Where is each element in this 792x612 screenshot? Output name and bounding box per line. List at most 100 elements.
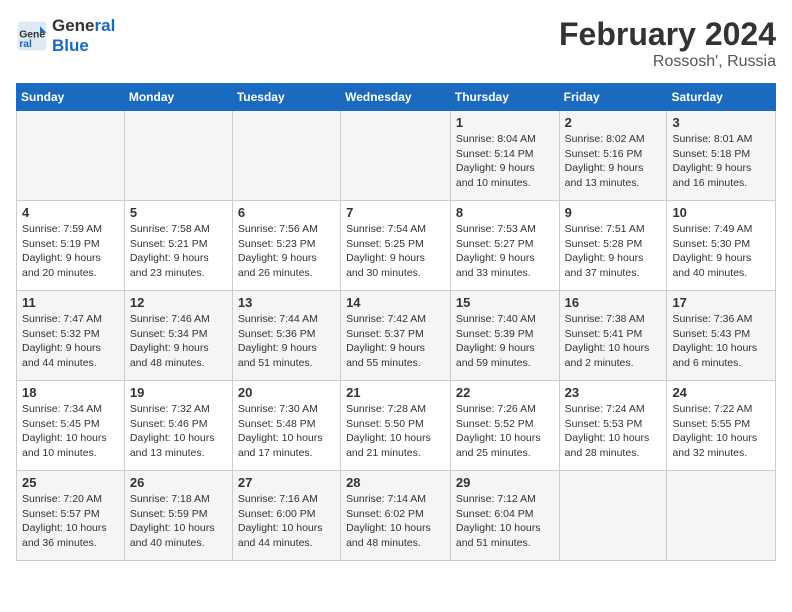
calendar-cell: 13Sunrise: 7:44 AM Sunset: 5:36 PM Dayli…	[232, 291, 340, 381]
day-number: 4	[22, 205, 119, 220]
header-tuesday: Tuesday	[232, 84, 340, 111]
header-wednesday: Wednesday	[341, 84, 451, 111]
day-info: Sunrise: 7:46 AM Sunset: 5:34 PM Dayligh…	[130, 312, 227, 371]
calendar-cell: 5Sunrise: 7:58 AM Sunset: 5:21 PM Daylig…	[124, 201, 232, 291]
title-block: February 2024 Rossosh', Russia	[559, 16, 776, 71]
day-number: 20	[238, 385, 335, 400]
day-info: Sunrise: 7:54 AM Sunset: 5:25 PM Dayligh…	[346, 222, 445, 281]
logo-text-line1: General	[52, 16, 115, 36]
day-info: Sunrise: 7:12 AM Sunset: 6:04 PM Dayligh…	[456, 492, 554, 551]
header-sunday: Sunday	[17, 84, 125, 111]
day-info: Sunrise: 8:02 AM Sunset: 5:16 PM Dayligh…	[565, 132, 662, 191]
day-number: 24	[672, 385, 770, 400]
week-row-1: 1 Sunrise: 8:04 AM Sunset: 5:14 PM Daylig…	[17, 111, 776, 201]
day-number: 1	[456, 115, 554, 130]
calendar-cell	[559, 471, 667, 561]
day-number: 6	[238, 205, 335, 220]
calendar-cell	[667, 471, 776, 561]
day-info: Sunrise: 7:22 AM Sunset: 5:55 PM Dayligh…	[672, 402, 770, 461]
day-info: Sunrise: 7:51 AM Sunset: 5:28 PM Dayligh…	[565, 222, 662, 281]
day-number: 22	[456, 385, 554, 400]
day-info: Sunrise: 7:36 AM Sunset: 5:43 PM Dayligh…	[672, 312, 770, 371]
day-number: 18	[22, 385, 119, 400]
logo-icon: Gene ral	[16, 20, 48, 52]
calendar-cell: 18 Sunrise: 7:34 AM Sunset: 5:45 PM Dayli…	[17, 381, 125, 471]
header-row: SundayMondayTuesdayWednesdayThursdayFrid…	[17, 84, 776, 111]
day-info: Sunrise: 8:01 AM Sunset: 5:18 PM Dayligh…	[672, 132, 770, 191]
calendar-cell	[232, 111, 340, 201]
day-number: 13	[238, 295, 335, 310]
day-number: 10	[672, 205, 770, 220]
day-info: Sunrise: 7:26 AM Sunset: 5:52 PM Dayligh…	[456, 402, 554, 461]
day-info: Sunrise: 7:47 AM Sunset: 5:32 PM Dayligh…	[22, 312, 119, 371]
calendar-cell: 8 Sunrise: 7:53 AM Sunset: 5:27 PM Daylig…	[450, 201, 559, 291]
day-number: 26	[130, 475, 227, 490]
day-number: 23	[565, 385, 662, 400]
day-number: 16	[565, 295, 662, 310]
calendar-cell: 20 Sunrise: 7:30 AM Sunset: 5:48 PM Dayli…	[232, 381, 340, 471]
page-header: Gene ral General Blue February 2024 Ross…	[16, 16, 776, 71]
day-info: Sunrise: 7:40 AM Sunset: 5:39 PM Dayligh…	[456, 312, 554, 371]
calendar-cell: 21Sunrise: 7:28 AM Sunset: 5:50 PM Dayli…	[341, 381, 451, 471]
calendar-cell: 1 Sunrise: 8:04 AM Sunset: 5:14 PM Daylig…	[450, 111, 559, 201]
day-info: Sunrise: 8:04 AM Sunset: 5:14 PM Dayligh…	[456, 132, 554, 191]
day-info: Sunrise: 7:16 AM Sunset: 6:00 PM Dayligh…	[238, 492, 335, 551]
day-number: 28	[346, 475, 445, 490]
day-info: Sunrise: 7:53 AM Sunset: 5:27 PM Dayligh…	[456, 222, 554, 281]
day-info: Sunrise: 7:18 AM Sunset: 5:59 PM Dayligh…	[130, 492, 227, 551]
header-saturday: Saturday	[667, 84, 776, 111]
calendar-cell: 25Sunrise: 7:20 AM Sunset: 5:57 PM Dayli…	[17, 471, 125, 561]
day-number: 12	[130, 295, 227, 310]
day-number: 14	[346, 295, 445, 310]
calendar-cell: 3Sunrise: 8:01 AM Sunset: 5:18 PM Daylig…	[667, 111, 776, 201]
day-info: Sunrise: 7:30 AM Sunset: 5:48 PM Dayligh…	[238, 402, 335, 461]
calendar-cell: 10 Sunrise: 7:49 AM Sunset: 5:30 PM Dayli…	[667, 201, 776, 291]
day-info: Sunrise: 7:42 AM Sunset: 5:37 PM Dayligh…	[346, 312, 445, 371]
calendar-cell: 12 Sunrise: 7:46 AM Sunset: 5:34 PM Dayli…	[124, 291, 232, 381]
calendar-cell: 27 Sunrise: 7:16 AM Sunset: 6:00 PM Dayli…	[232, 471, 340, 561]
day-info: Sunrise: 7:24 AM Sunset: 5:53 PM Dayligh…	[565, 402, 662, 461]
calendar-cell: 17 Sunrise: 7:36 AM Sunset: 5:43 PM Dayli…	[667, 291, 776, 381]
calendar-cell: 22 Sunrise: 7:26 AM Sunset: 5:52 PM Dayli…	[450, 381, 559, 471]
day-info: Sunrise: 7:28 AM Sunset: 5:50 PM Dayligh…	[346, 402, 445, 461]
month-title: February 2024	[559, 16, 776, 53]
day-info: Sunrise: 7:20 AM Sunset: 5:57 PM Dayligh…	[22, 492, 119, 551]
logo-text-line2: Blue	[52, 36, 115, 56]
day-info: Sunrise: 7:56 AM Sunset: 5:23 PM Dayligh…	[238, 222, 335, 281]
day-number: 27	[238, 475, 335, 490]
day-number: 11	[22, 295, 119, 310]
day-number: 19	[130, 385, 227, 400]
day-info: Sunrise: 7:49 AM Sunset: 5:30 PM Dayligh…	[672, 222, 770, 281]
header-friday: Friday	[559, 84, 667, 111]
calendar-cell: 2 Sunrise: 8:02 AM Sunset: 5:16 PM Daylig…	[559, 111, 667, 201]
day-number: 2	[565, 115, 662, 130]
day-number: 29	[456, 475, 554, 490]
day-info: Sunrise: 7:32 AM Sunset: 5:46 PM Dayligh…	[130, 402, 227, 461]
calendar-cell	[124, 111, 232, 201]
calendar-cell: 26 Sunrise: 7:18 AM Sunset: 5:59 PM Dayli…	[124, 471, 232, 561]
calendar-cell: 15 Sunrise: 7:40 AM Sunset: 5:39 PM Dayli…	[450, 291, 559, 381]
header-thursday: Thursday	[450, 84, 559, 111]
day-number: 8	[456, 205, 554, 220]
day-number: 17	[672, 295, 770, 310]
week-row-3: 11 Sunrise: 7:47 AM Sunset: 5:32 PM Dayli…	[17, 291, 776, 381]
calendar-cell: 4 Sunrise: 7:59 AM Sunset: 5:19 PM Daylig…	[17, 201, 125, 291]
day-info: Sunrise: 7:38 AM Sunset: 5:41 PM Dayligh…	[565, 312, 662, 371]
svg-text:ral: ral	[19, 40, 32, 51]
day-number: 15	[456, 295, 554, 310]
day-info: Sunrise: 7:34 AM Sunset: 5:45 PM Dayligh…	[22, 402, 119, 461]
calendar-cell	[17, 111, 125, 201]
week-row-4: 18 Sunrise: 7:34 AM Sunset: 5:45 PM Dayli…	[17, 381, 776, 471]
calendar-table: SundayMondayTuesdayWednesdayThursdayFrid…	[16, 83, 776, 561]
calendar-cell: 9Sunrise: 7:51 AM Sunset: 5:28 PM Daylig…	[559, 201, 667, 291]
week-row-5: 25Sunrise: 7:20 AM Sunset: 5:57 PM Dayli…	[17, 471, 776, 561]
day-number: 7	[346, 205, 445, 220]
calendar-cell: 19 Sunrise: 7:32 AM Sunset: 5:46 PM Dayli…	[124, 381, 232, 471]
day-info: Sunrise: 7:14 AM Sunset: 6:02 PM Dayligh…	[346, 492, 445, 551]
day-info: Sunrise: 7:59 AM Sunset: 5:19 PM Dayligh…	[22, 222, 119, 281]
day-number: 5	[130, 205, 227, 220]
calendar-cell	[341, 111, 451, 201]
location-subtitle: Rossosh', Russia	[559, 53, 776, 71]
calendar-cell: 29 Sunrise: 7:12 AM Sunset: 6:04 PM Dayli…	[450, 471, 559, 561]
calendar-cell: 7 Sunrise: 7:54 AM Sunset: 5:25 PM Daylig…	[341, 201, 451, 291]
